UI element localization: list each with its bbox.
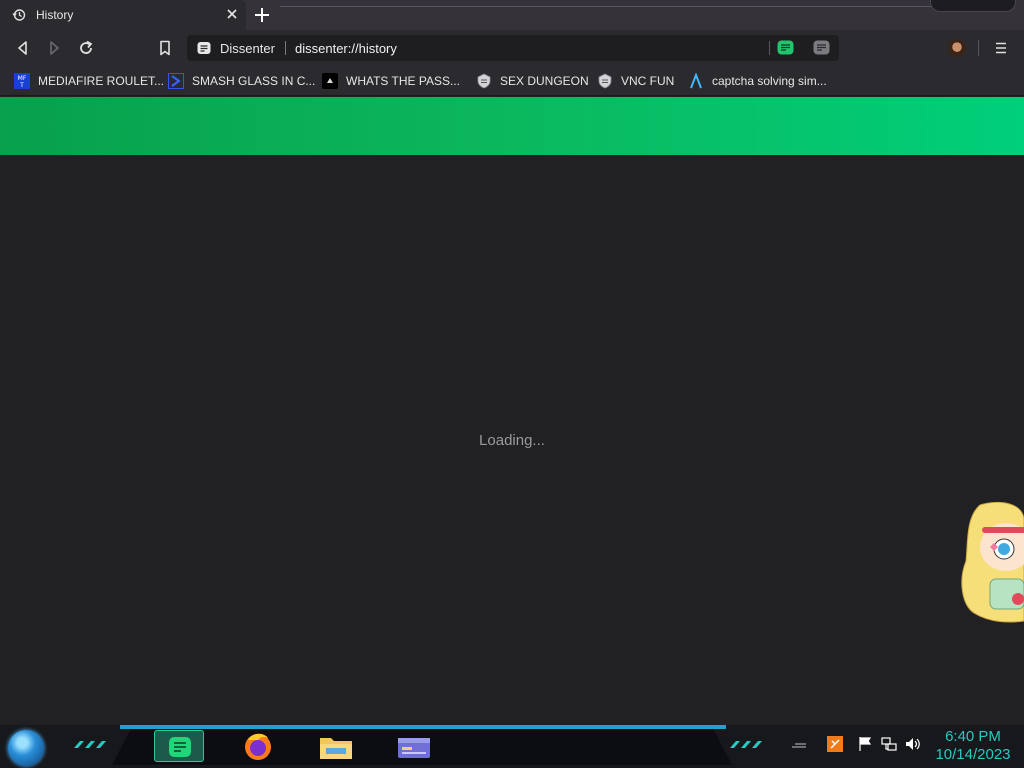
lambda-bookmark-icon <box>690 73 702 89</box>
shield-bookmark-icon <box>477 73 491 89</box>
header-banner <box>0 97 1024 155</box>
dissenter-app-icon <box>169 737 191 757</box>
tab-title: History <box>36 8 74 22</box>
address-separator <box>285 41 286 55</box>
bookmark-item-whats-the-pass[interactable]: WHATS THE PASS... <box>322 72 460 90</box>
bookmark-label: MEDIAFIRE ROULET... <box>38 74 165 88</box>
taskbar-decoration-left <box>74 741 106 748</box>
bookmark-item-captcha-solving[interactable]: captcha solving sim... <box>688 72 827 90</box>
bookmark-label: VNC FUN <box>621 74 675 88</box>
menu-icon[interactable] <box>994 40 1008 56</box>
action-center-flag-icon[interactable] <box>856 735 874 753</box>
window-controls[interactable] <box>930 0 1016 12</box>
extension-separator <box>769 41 770 55</box>
tab-history[interactable]: History <box>0 0 246 30</box>
page-content: Loading... <box>0 97 1024 725</box>
window-app-icon <box>398 738 430 758</box>
bookmark-label: WHATS THE PASS... <box>346 74 461 88</box>
url-text[interactable]: dissenter://history <box>295 41 397 56</box>
taskbar-glow <box>120 725 726 729</box>
start-button[interactable] <box>8 730 44 766</box>
loading-indicator: Loading... <box>479 432 545 449</box>
profile-avatar[interactable] <box>948 39 966 57</box>
show-hidden-icons-icon[interactable] <box>790 735 808 753</box>
reload-button[interactable] <box>77 39 95 57</box>
taskbar: 6:40 PM 10/14/2023 <box>0 725 1024 768</box>
site-name: Dissenter <box>220 41 275 56</box>
toolbar-separator <box>978 40 979 56</box>
folder-icon <box>320 738 352 759</box>
history-icon <box>12 9 26 21</box>
address-bar[interactable]: Dissenter dissenter://history <box>187 35 839 61</box>
bookmark-item-smash-glass[interactable]: SMASH GLASS IN C... <box>168 72 315 90</box>
taskbar-control-panel[interactable] <box>389 730 439 762</box>
taskbar-decoration-right <box>730 741 762 748</box>
comments-extension-icon[interactable] <box>813 40 830 55</box>
clock-date: 10/14/2023 <box>935 746 1011 763</box>
desktop-character-sticker <box>961 501 1024 623</box>
tab-strip-decoration <box>280 6 940 7</box>
taskbar-dissenter-browser[interactable] <box>154 730 204 762</box>
svg-text:MF: MF <box>18 75 27 82</box>
bookmark-label: SEX DUNGEON <box>500 74 589 88</box>
system-clock[interactable]: 6:40 PM 10/14/2023 <box>928 728 1018 764</box>
firefox-icon <box>245 733 271 760</box>
mediafire-icon: MF T <box>14 73 30 89</box>
terminal-bookmark-icon <box>322 73 338 89</box>
network-icon[interactable] <box>880 735 898 753</box>
shield-bookmark-icon <box>598 73 612 89</box>
bookmark-label: captcha solving sim... <box>712 74 827 88</box>
chevron-bookmark-icon <box>168 73 184 89</box>
java-update-icon[interactable] <box>826 735 844 753</box>
browser-toolbar: Dissenter dissenter://history <box>0 30 1024 66</box>
bookmarks-bar: MF T MEDIAFIRE ROULET... SMASH GLASS IN … <box>0 66 1024 96</box>
dissenter-extension-icon[interactable] <box>777 40 794 55</box>
bookmark-item-vnc-fun[interactable]: VNC FUN <box>597 72 674 90</box>
tab-strip: History <box>0 0 1024 30</box>
back-button[interactable] <box>14 39 32 57</box>
bookmark-button[interactable] <box>156 39 174 57</box>
taskbar-firefox[interactable] <box>234 730 284 762</box>
svg-text:T: T <box>19 82 24 89</box>
bookmark-item-mediafire[interactable]: MF T MEDIAFIRE ROULET... <box>14 72 164 90</box>
volume-icon[interactable] <box>904 735 922 753</box>
clock-time: 6:40 PM <box>945 728 1001 745</box>
bookmark-item-sex-dungeon[interactable]: SEX DUNGEON <box>476 72 589 90</box>
taskbar-file-explorer[interactable] <box>311 730 361 762</box>
dissenter-site-icon <box>197 42 211 54</box>
forward-button[interactable] <box>45 39 63 57</box>
close-tab-icon[interactable] <box>224 6 240 22</box>
new-tab-button[interactable] <box>252 5 272 25</box>
bookmark-label: SMASH GLASS IN C... <box>192 74 316 88</box>
